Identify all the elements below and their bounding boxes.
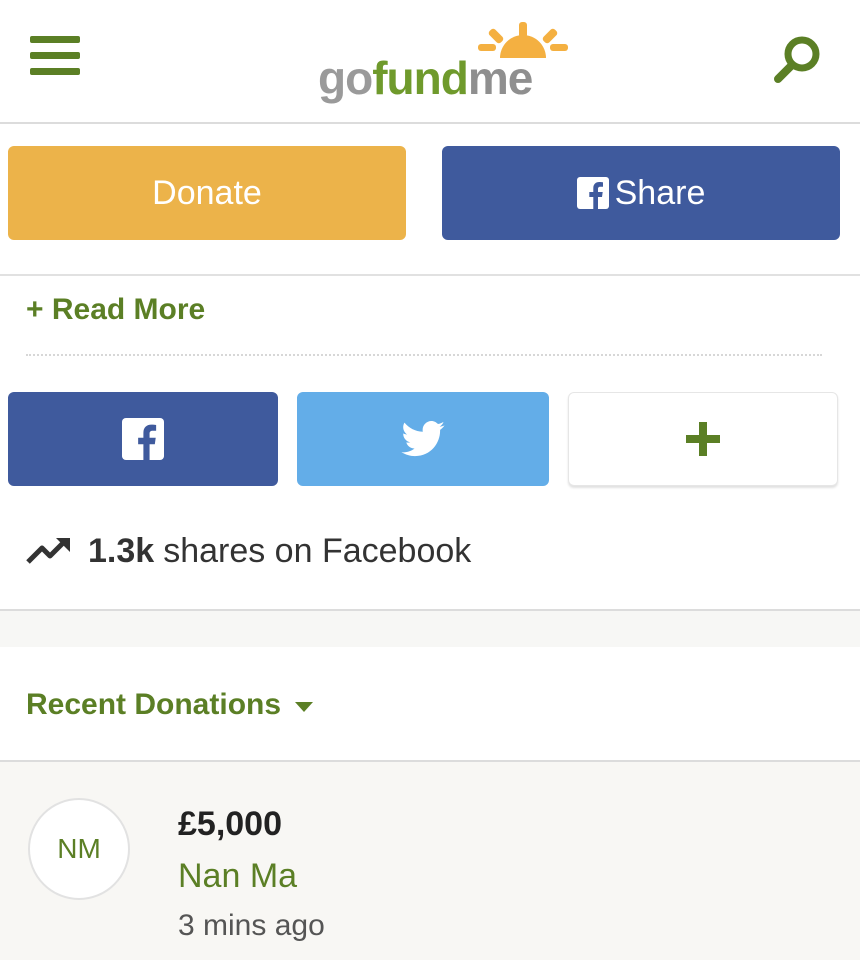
donation-list-item: NM £5,000 Nan Ma 3 mins ago xyxy=(0,762,860,960)
facebook-shares-count: 1.3k shares on Facebook xyxy=(26,526,471,576)
recent-donations-title: Recent Donations xyxy=(26,688,282,721)
section-gap xyxy=(0,611,860,647)
dotted-divider xyxy=(26,354,822,356)
caret-down-icon xyxy=(295,702,314,712)
social-share-row xyxy=(0,392,860,486)
donate-label: Donate xyxy=(152,173,262,212)
facebook-icon xyxy=(122,418,164,460)
donor-initials: NM xyxy=(57,833,101,864)
shares-number: 1.3k xyxy=(88,531,155,570)
donation-amount: £5,000 xyxy=(178,805,282,843)
donor-avatar: NM xyxy=(28,798,130,900)
action-bar: Donate Share xyxy=(0,124,860,276)
donation-time: 3 mins ago xyxy=(178,909,325,942)
recent-donations-toggle[interactable]: Recent Donations xyxy=(26,685,314,725)
logo-me: me xyxy=(467,52,533,104)
donor-name: Nan Ma xyxy=(178,857,298,895)
facebook-icon xyxy=(576,177,609,209)
gofundme-logo[interactable]: gofundme xyxy=(318,22,568,104)
read-more-link[interactable]: + Read More xyxy=(26,290,205,330)
logo-fund: fund xyxy=(372,52,469,104)
recent-donations-header: Recent Donations xyxy=(0,647,860,762)
share-button[interactable]: Share xyxy=(442,146,840,240)
trending-up-icon xyxy=(26,538,70,564)
plus-icon xyxy=(686,422,720,456)
donate-button[interactable]: Donate xyxy=(8,146,406,240)
shares-text: shares on Facebook xyxy=(163,531,472,570)
hamburger-menu-icon[interactable] xyxy=(30,36,80,80)
share-label: Share xyxy=(614,173,706,212)
more-share-button[interactable] xyxy=(568,392,838,486)
facebook-share-button[interactable] xyxy=(8,392,278,486)
twitter-icon xyxy=(401,421,445,457)
search-icon[interactable] xyxy=(770,32,826,88)
logo-go: go xyxy=(318,52,373,104)
top-header: gofundme xyxy=(0,0,860,124)
twitter-share-button[interactable] xyxy=(297,392,549,486)
